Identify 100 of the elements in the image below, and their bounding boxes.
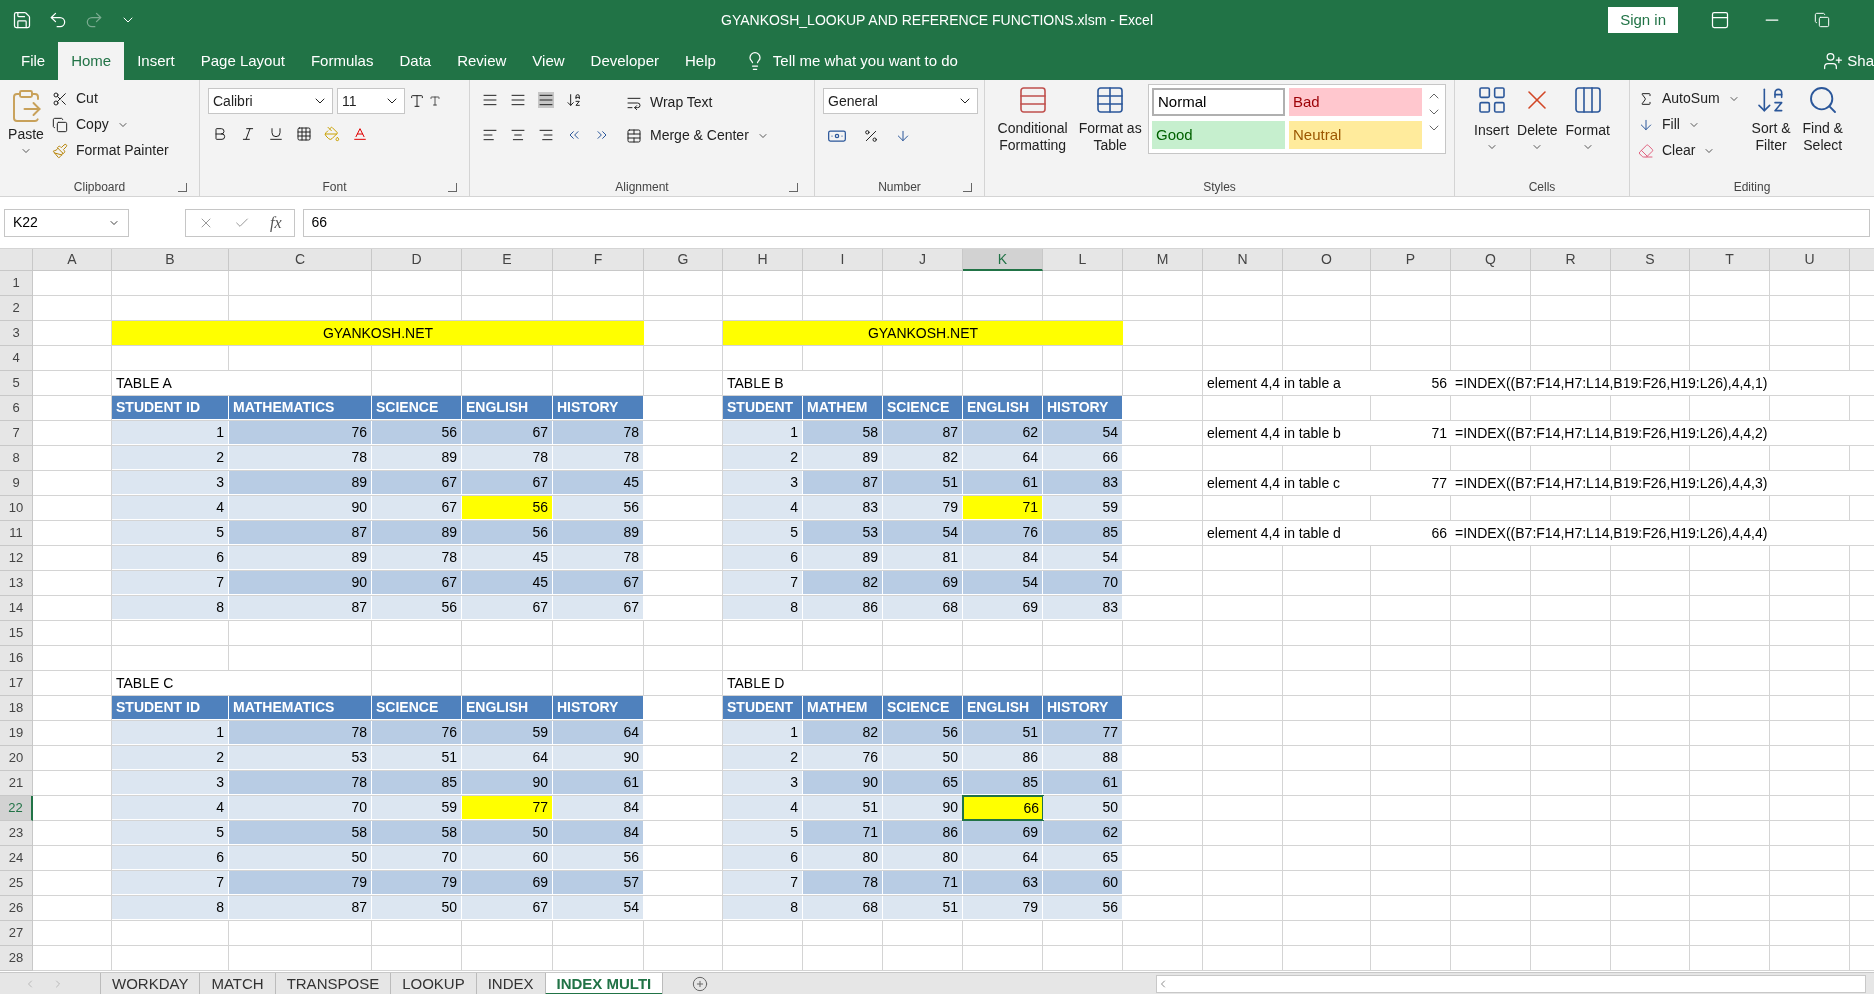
column-header[interactable]: A xyxy=(33,249,112,271)
ribbon-tab[interactable]: Formulas xyxy=(297,42,387,80)
paintbrush-icon[interactable] xyxy=(52,142,68,159)
autosum-button[interactable]: AutoSum xyxy=(1638,88,1740,109)
share-icon[interactable] xyxy=(1823,51,1844,71)
sheet-tab[interactable]: TRANSPOSE xyxy=(274,972,391,994)
column-header[interactable]: P xyxy=(1371,249,1451,271)
horizontal-scrollbar[interactable] xyxy=(1156,974,1866,993)
dialog-launcher-icon[interactable] xyxy=(789,183,798,192)
eraser-icon[interactable] xyxy=(1638,142,1654,159)
sheet-tab[interactable]: INDEX MULTI xyxy=(544,972,663,994)
column-header[interactable]: D xyxy=(372,249,462,271)
copy-button[interactable]: Copy xyxy=(52,114,169,135)
row-header[interactable]: 19 xyxy=(0,721,33,746)
row-header[interactable]: 5 xyxy=(0,371,33,396)
sign-in-button[interactable]: Sign in xyxy=(1608,6,1678,34)
row-header[interactable]: 21 xyxy=(0,771,33,796)
row-header[interactable]: 4 xyxy=(0,346,33,371)
wrap-text-button[interactable]: Wrap Text xyxy=(626,92,769,113)
column-header[interactable]: U xyxy=(1770,249,1850,271)
italic-icon[interactable] xyxy=(240,126,256,142)
row-header[interactable]: 12 xyxy=(0,546,33,571)
conditional-formatting-button[interactable]: Conditional Formatting xyxy=(993,84,1073,154)
borders-icon[interactable] xyxy=(296,126,312,142)
cut-button[interactable]: Cut xyxy=(52,88,169,109)
row-header[interactable]: 7 xyxy=(0,421,33,446)
ribbon-display-icon[interactable] xyxy=(1710,10,1730,30)
font-color-icon[interactable] xyxy=(352,126,368,142)
ribbon-tab[interactable]: Data xyxy=(386,42,445,80)
row-header[interactable]: 24 xyxy=(0,846,33,871)
column-header[interactable]: B xyxy=(112,249,229,271)
align-right-icon[interactable] xyxy=(538,127,554,143)
number-format-field[interactable]: General xyxy=(823,88,978,114)
row-header[interactable]: 23 xyxy=(0,821,33,846)
percent-icon[interactable] xyxy=(863,128,879,144)
restore-icon[interactable] xyxy=(1814,12,1830,28)
row-header[interactable]: 3 xyxy=(0,321,33,346)
save-icon[interactable] xyxy=(12,10,32,30)
format-painter-button[interactable]: Format Painter xyxy=(52,140,169,161)
insert-function-button[interactable]: fx xyxy=(270,210,282,235)
column-header[interactable]: S xyxy=(1611,249,1690,271)
bold-icon[interactable] xyxy=(212,126,228,142)
row-header[interactable]: 28 xyxy=(0,946,33,971)
ribbon-tab[interactable]: Help xyxy=(671,42,729,80)
cell-style-swatch[interactable]: Good xyxy=(1152,121,1285,149)
font-name-field[interactable]: Calibri xyxy=(208,88,333,114)
row-header[interactable]: 20 xyxy=(0,746,33,771)
find-select-button[interactable]: Find & Select xyxy=(1802,84,1843,161)
ribbon-tab[interactable]: File xyxy=(8,42,59,80)
sort-filter-button[interactable]: Sort & Filter xyxy=(1751,84,1791,161)
cells-button[interactable]: Insert xyxy=(1474,84,1510,153)
dialog-launcher-icon[interactable] xyxy=(963,183,972,192)
fill-button[interactable]: Fill xyxy=(1638,114,1740,135)
column-header[interactable]: J xyxy=(883,249,963,271)
row-header[interactable]: 27 xyxy=(0,921,33,946)
row-header[interactable]: 11 xyxy=(0,521,33,546)
column-header[interactable]: M xyxy=(1123,249,1203,271)
middle-align-icon[interactable] xyxy=(510,92,526,108)
cell-style-swatch[interactable]: Neutral xyxy=(1289,121,1422,149)
row-header[interactable]: 9 xyxy=(0,471,33,496)
row-header[interactable]: 1 xyxy=(0,271,33,296)
sheet-tab[interactable]: INDEX xyxy=(475,972,545,994)
column-header[interactable]: E xyxy=(462,249,553,271)
ribbon-tab[interactable]: Review xyxy=(444,42,520,80)
row-header[interactable]: 6 xyxy=(0,396,33,421)
column-header[interactable]: I xyxy=(803,249,883,271)
row-header[interactable]: 2 xyxy=(0,296,33,321)
sheet-tab[interactable]: WORKDAY xyxy=(100,972,200,994)
top-align-icon[interactable] xyxy=(482,92,498,108)
font-size-field[interactable]: 11 xyxy=(337,88,405,114)
column-header[interactable]: N xyxy=(1203,249,1283,271)
fill-color-icon[interactable] xyxy=(324,126,340,142)
name-box[interactable]: K22 xyxy=(4,208,129,237)
row-header[interactable]: 18 xyxy=(0,696,33,721)
sheet-tab[interactable]: LOOKUP xyxy=(390,972,476,994)
column-header[interactable]: G xyxy=(644,249,723,271)
clear-button[interactable]: Clear xyxy=(1638,140,1740,161)
underline-icon[interactable] xyxy=(268,126,284,142)
row-header[interactable]: 10 xyxy=(0,496,33,521)
column-header[interactable]: L xyxy=(1043,249,1123,271)
ribbon-tab[interactable]: Insert xyxy=(124,42,188,80)
cell-style-swatch[interactable]: Bad xyxy=(1289,88,1422,116)
bottom-align-icon[interactable] xyxy=(538,92,554,108)
share-button[interactable]: Sha xyxy=(1847,49,1874,73)
row-header[interactable]: 13 xyxy=(0,571,33,596)
dialog-launcher-icon[interactable] xyxy=(178,183,187,192)
undo-icon[interactable] xyxy=(48,10,68,30)
sheet-tab[interactable]: MATCH xyxy=(199,972,275,994)
column-header[interactable]: F xyxy=(553,249,644,271)
ribbon-tab[interactable]: View xyxy=(519,42,578,80)
row-header[interactable]: 16 xyxy=(0,646,33,671)
cells-button[interactable]: Format xyxy=(1565,84,1610,153)
scissors-icon[interactable] xyxy=(52,90,68,107)
new-sheet-icon[interactable] xyxy=(692,975,709,992)
column-header[interactable]: T xyxy=(1690,249,1770,271)
tell-me-search[interactable]: Tell me what you want to do xyxy=(772,49,958,73)
row-header[interactable]: 15 xyxy=(0,621,33,646)
formula-input[interactable]: 66 xyxy=(302,208,1870,237)
align-left-icon[interactable] xyxy=(482,127,498,143)
column-header[interactable]: C xyxy=(229,249,372,271)
